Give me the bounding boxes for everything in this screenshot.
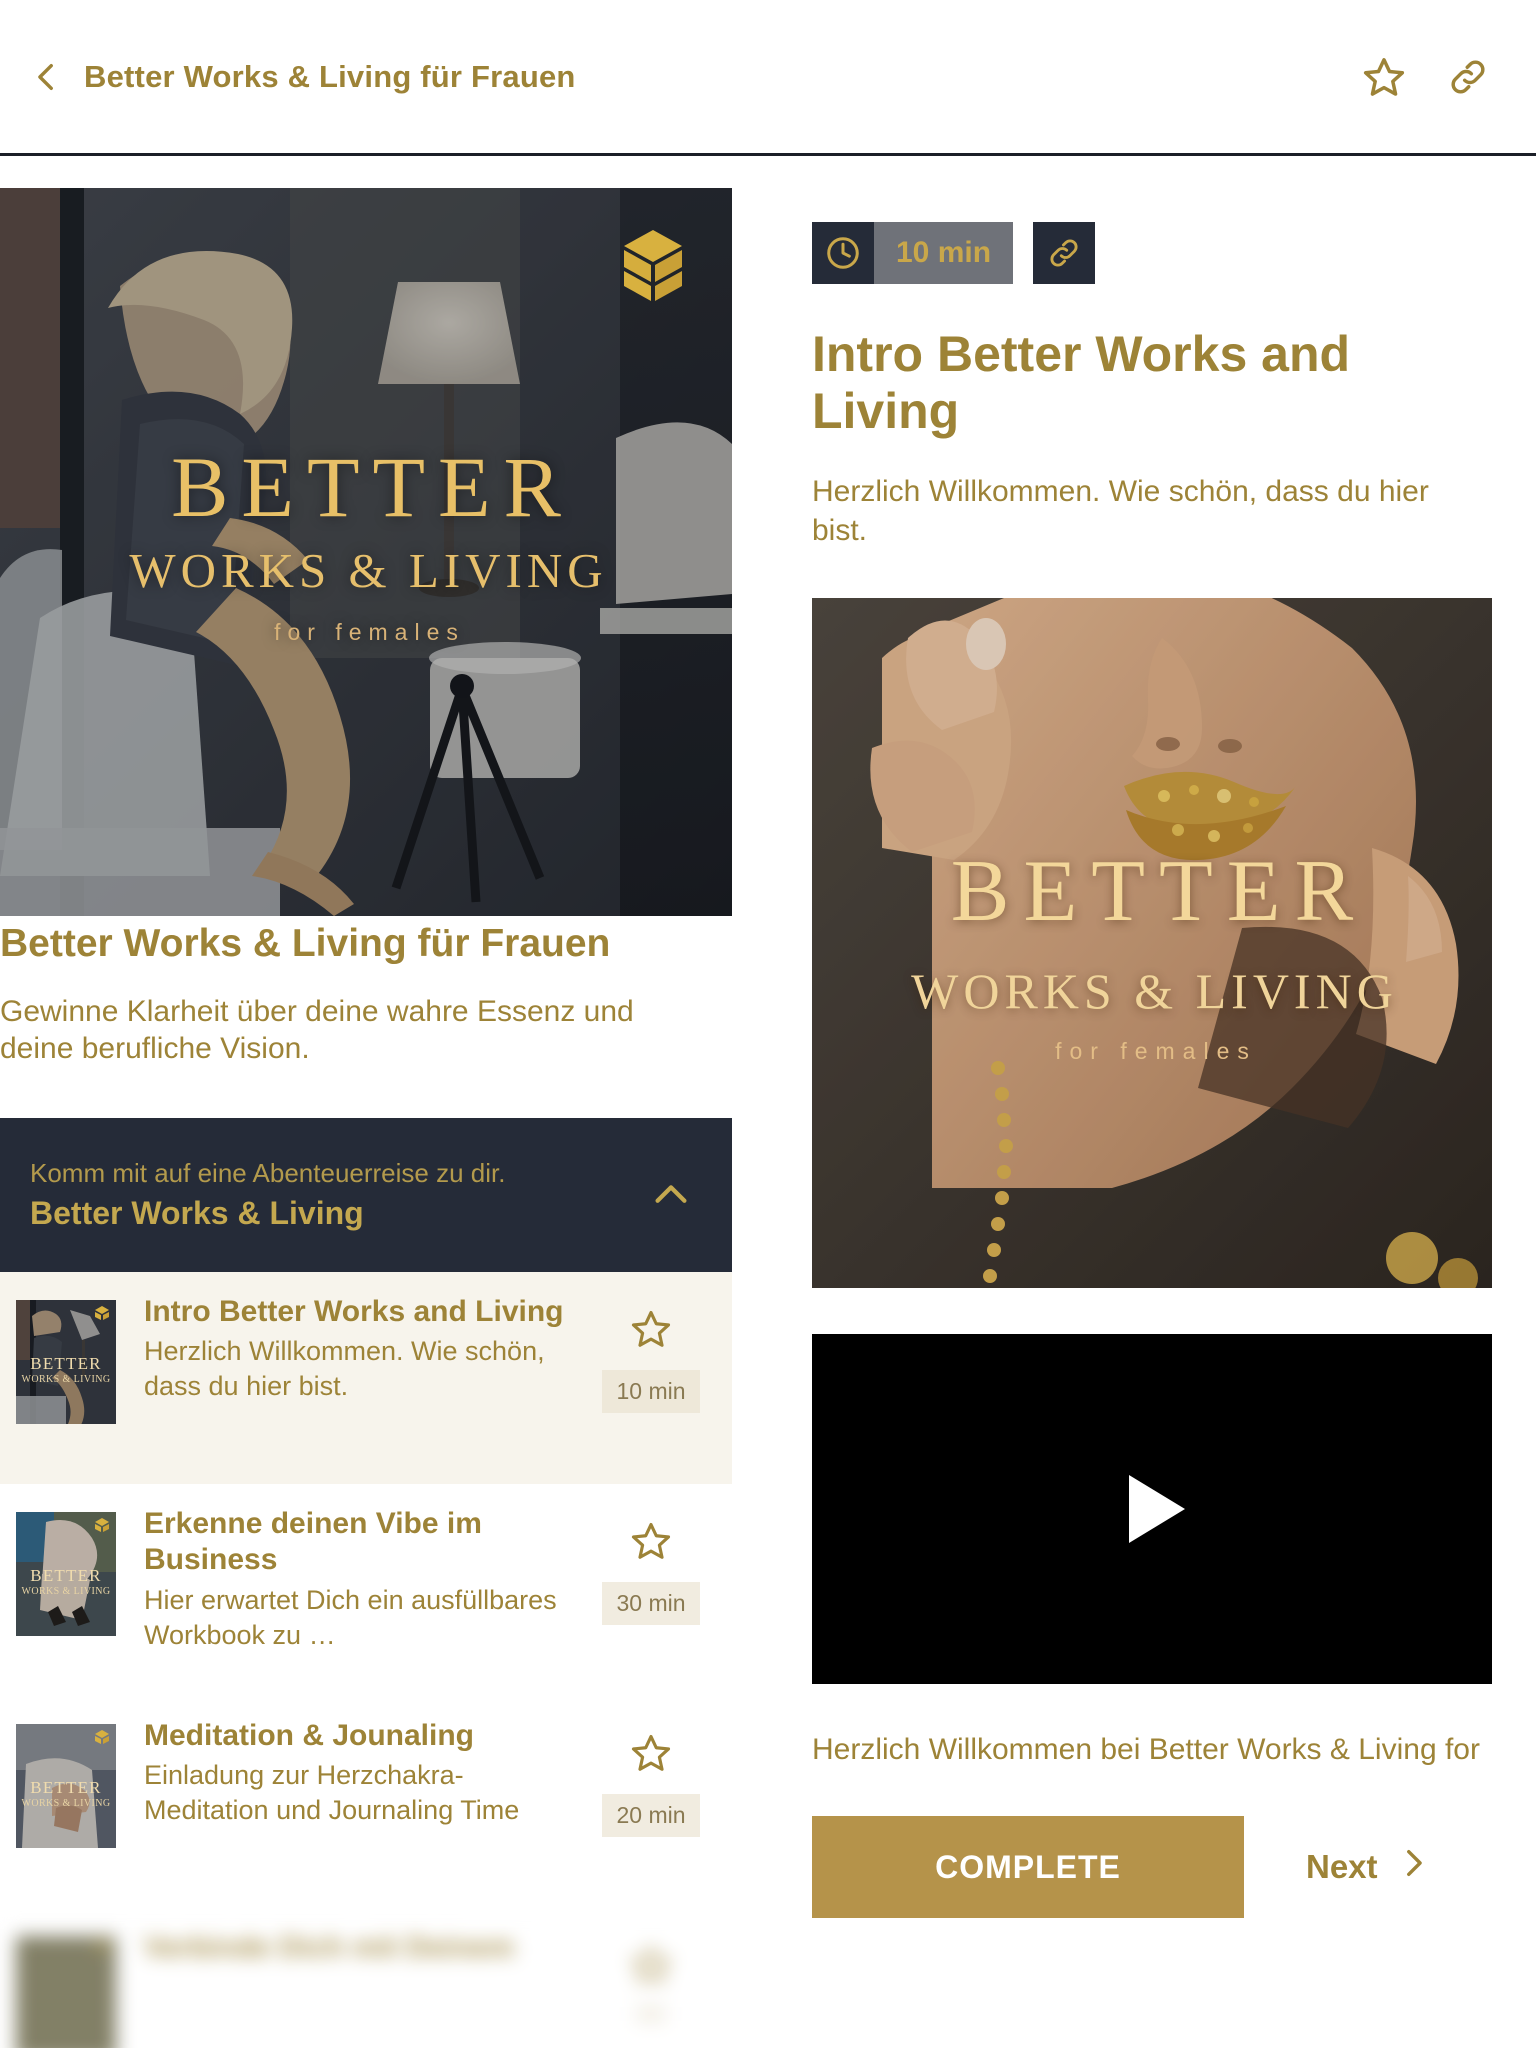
content-stage: BETTER WORKS & LIVING for females Better… bbox=[0, 156, 1536, 2048]
lesson-thumbnail: BETTER WORKS & LIVING bbox=[16, 1299, 116, 1424]
lesson-body: Erkenne deinen Vibe im Business Hier erw… bbox=[116, 1506, 592, 1652]
section-name: Better Works & Living bbox=[30, 1194, 364, 1231]
lesson-title: Meditation & Jounaling bbox=[144, 1718, 474, 1752]
lesson-body: Meditation & Jounaling Einladung zur Her… bbox=[116, 1718, 592, 1828]
app-bar-left: Better Works & Living für Frauen bbox=[0, 59, 1362, 95]
star-icon[interactable] bbox=[630, 1732, 672, 1774]
chevron-up-icon[interactable] bbox=[648, 1172, 694, 1218]
lesson-detail-lead: Herzlich Willkommen. Wie schön, dass du … bbox=[812, 475, 1429, 547]
hexagon-leaf-logo-icon bbox=[620, 228, 686, 302]
star-icon[interactable] bbox=[1362, 55, 1406, 99]
link-icon[interactable] bbox=[1446, 55, 1490, 99]
list-item[interactable]: BETTER WORKS & LIVING Erkenne deinen Vib… bbox=[0, 1483, 732, 1696]
thumb-brand-line1: BETTER bbox=[30, 1353, 102, 1373]
lesson-detail-panel: 10 min Intro Better Works and Living Her… bbox=[812, 156, 1536, 2048]
next-button[interactable]: Next bbox=[1306, 1846, 1430, 1888]
detail-image-brand-line2: WORKS & LIVING bbox=[911, 963, 1398, 1019]
lesson-detail-image: BETTER WORKS & LIVING for females bbox=[812, 598, 1492, 1288]
lesson-body: Verbinde Dich mit Deinem bbox=[116, 1930, 592, 1971]
section-kicker: Komm mit auf eine Abenteuerreise zu dir. bbox=[30, 1157, 506, 1188]
link-icon[interactable] bbox=[1033, 222, 1096, 284]
next-button-label: Next bbox=[1306, 1848, 1378, 1885]
thumb-brand-line1: BETTER bbox=[30, 1777, 102, 1797]
detail-image-brand-line1: BETTER bbox=[950, 843, 1368, 940]
lesson-duration-badge: 30 min bbox=[602, 1581, 700, 1625]
lesson-thumbnail: BETTER WORKS & LIVING bbox=[16, 1723, 116, 1848]
lesson-description: Hier erwartet Dich ein ausfüllbares Work… bbox=[144, 1585, 557, 1650]
star-icon[interactable] bbox=[630, 1520, 672, 1562]
lesson-thumbnail: BETTER WORKS & LIVING bbox=[16, 1511, 116, 1636]
list-item[interactable]: Verbinde Dich mit Deinem bbox=[0, 1907, 732, 2048]
course-panel: BETTER WORKS & LIVING for females Better… bbox=[0, 156, 732, 2048]
thumb-brand-line2: WORKS & LIVING bbox=[21, 1373, 111, 1385]
duration-label: 10 min bbox=[874, 222, 1014, 284]
list-item[interactable]: BETTER WORKS & LIVING Meditation & Jouna… bbox=[0, 1695, 732, 1908]
video-player[interactable] bbox=[812, 1334, 1492, 1684]
lesson-title: Verbinde Dich mit Deinem bbox=[144, 1930, 515, 1964]
list-item[interactable]: BETTER WORKS & LIVING Intro Better Works… bbox=[0, 1271, 732, 1484]
course-title: Better Works & Living für Frauen bbox=[0, 922, 611, 965]
lesson-side: 10 min bbox=[592, 1294, 710, 1413]
thumb-brand-line1: BETTER bbox=[30, 1565, 102, 1585]
detail-image-brand-line3: for females bbox=[1055, 1038, 1257, 1064]
lesson-side: 30 min bbox=[592, 1506, 710, 1625]
section-header-text: Komm mit auf eine Abenteuerreise zu dir.… bbox=[30, 1156, 648, 1235]
clock-icon bbox=[812, 222, 874, 284]
app-bar: Better Works & Living für Frauen bbox=[0, 0, 1536, 156]
lesson-detail-title: Intro Better Works and Living bbox=[812, 326, 1351, 439]
star-icon[interactable] bbox=[630, 1944, 672, 1986]
complete-button[interactable]: COMPLETE bbox=[812, 1816, 1244, 1918]
chevron-left-icon[interactable] bbox=[30, 60, 64, 94]
app-bar-actions bbox=[1362, 55, 1536, 99]
lesson-actions: COMPLETE Next bbox=[812, 1816, 1492, 1918]
lesson-title: Intro Better Works and Living bbox=[144, 1294, 564, 1328]
section-header-bar[interactable]: Komm mit auf eine Abenteuerreise zu dir.… bbox=[0, 1117, 732, 1272]
lesson-duration-badge: 10 min bbox=[602, 1369, 700, 1413]
chevron-right-icon bbox=[1396, 1846, 1430, 1888]
course-subtitle: Gewinne Klarheit über deine wahre Essenz… bbox=[0, 994, 634, 1066]
lesson-description: Einladung zur Herzchakra-Meditation und … bbox=[144, 1760, 520, 1825]
lesson-title: Erkenne deinen Vibe im Business bbox=[144, 1506, 482, 1577]
lesson-thumbnail bbox=[16, 1935, 116, 2048]
lesson-meta-row: 10 min bbox=[812, 222, 1536, 284]
video-caption: Herzlich Willkommen bei Better Works & L… bbox=[812, 1733, 1480, 1766]
thumb-brand-line2: WORKS & LIVING bbox=[21, 1585, 111, 1597]
lesson-duration-badge bbox=[637, 2005, 665, 2022]
lesson-side: 20 min bbox=[592, 1718, 710, 1837]
star-icon[interactable] bbox=[630, 1308, 672, 1350]
lesson-side bbox=[592, 1930, 710, 2022]
duration-badge: 10 min bbox=[812, 222, 1014, 284]
lesson-description: Herzlich Willkommen. Wie schön, dass du … bbox=[144, 1336, 545, 1401]
lesson-body: Intro Better Works and Living Herzlich W… bbox=[116, 1294, 592, 1404]
course-hero-image: BETTER WORKS & LIVING for females bbox=[0, 188, 732, 916]
play-icon[interactable] bbox=[1129, 1475, 1185, 1543]
lesson-duration-badge: 20 min bbox=[602, 1793, 700, 1837]
page-title: Better Works & Living für Frauen bbox=[84, 58, 576, 94]
thumb-brand-line2: WORKS & LIVING bbox=[21, 1797, 111, 1809]
